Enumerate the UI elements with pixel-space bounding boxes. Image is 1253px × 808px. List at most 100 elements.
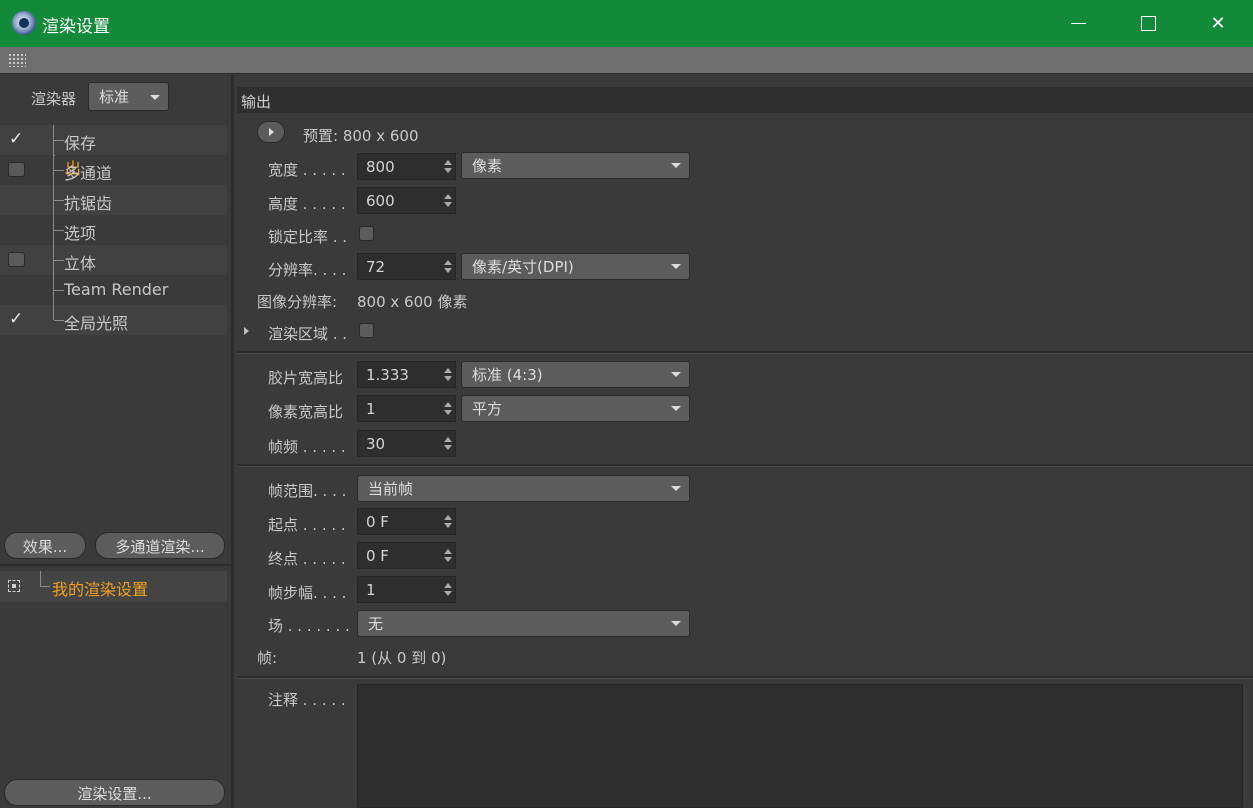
frames-label: 帧: — [257, 649, 278, 667]
preset-name: 我的渲染设置 — [52, 580, 149, 599]
resolution-unit-dropdown[interactable]: 像素/英寸(DPI) — [461, 253, 690, 280]
render-region-checkbox[interactable] — [359, 323, 374, 338]
tree-item-label: Team Render — [64, 280, 169, 299]
enabled-check-icon[interactable] — [8, 129, 25, 149]
width-label: 宽度 . . . . . — [268, 161, 346, 179]
chevron-down-icon — [671, 163, 681, 168]
tree-item-options[interactable]: 选项 — [0, 215, 227, 245]
resolution-field[interactable]: 72 — [357, 253, 456, 280]
chevron-down-icon — [150, 95, 160, 100]
close-button[interactable]: ✕ — [1183, 0, 1253, 47]
tree-item-label: 全局光照 — [64, 314, 129, 333]
close-icon: ✕ — [1210, 13, 1226, 34]
maximize-button[interactable] — [1113, 0, 1183, 47]
left-panel: 渲染器 标准 输出 保存 多通道 抗锯齿 选项 立体 — [0, 75, 231, 808]
spinner-arrows-icon[interactable] — [444, 194, 452, 207]
frame-range-label: 帧范围. . . . — [268, 482, 347, 500]
pixel-aspect-dropdown[interactable]: 平方 — [461, 395, 690, 422]
tree-item-label: 选项 — [64, 224, 97, 243]
spinner-arrows-icon[interactable] — [444, 515, 452, 528]
film-aspect-dropdown[interactable]: 标准 (4:3) — [461, 361, 690, 388]
image-resolution-label: 图像分辨率: — [257, 293, 338, 311]
maximize-icon — [1140, 16, 1156, 31]
end-field[interactable]: 0 F — [357, 542, 456, 569]
spinner-arrows-icon[interactable] — [444, 549, 452, 562]
section-header: 输出 — [237, 87, 1253, 113]
field-label: 场 . . . . . . . — [268, 617, 350, 635]
tree-item-antialiasing[interactable]: 抗锯齿 — [0, 185, 227, 215]
tree-item-label: 多通道 — [64, 164, 113, 183]
effects-button[interactable]: 效果... — [4, 532, 86, 559]
width-field[interactable]: 800 — [357, 153, 456, 180]
spinner-arrows-icon[interactable] — [444, 583, 452, 596]
pixel-aspect-field[interactable]: 1 — [357, 395, 456, 422]
render-region-label: 渲染区域 . . — [268, 325, 348, 343]
cinema4d-app-icon — [12, 11, 36, 35]
grip-icon[interactable] — [8, 53, 26, 67]
enable-checkbox[interactable] — [8, 162, 25, 177]
preset-menu-button[interactable] — [257, 121, 285, 143]
tree-item-multipass[interactable]: 多通道 — [0, 155, 227, 185]
renderer-value: 标准 — [99, 88, 130, 106]
height-label: 高度 . . . . . — [268, 195, 346, 213]
spinner-arrows-icon[interactable] — [444, 160, 452, 173]
film-aspect-label: 胶片宽高比 — [268, 369, 344, 387]
frame-rate-field[interactable]: 30 — [357, 430, 456, 457]
divider — [237, 351, 1253, 354]
chevron-down-icon — [671, 372, 681, 377]
film-aspect-field[interactable]: 1.333 — [357, 361, 456, 388]
start-field[interactable]: 0 F — [357, 508, 456, 535]
tree-item-label: 保存 — [64, 134, 97, 153]
field-dropdown[interactable]: 无 — [357, 610, 690, 637]
divider — [0, 564, 231, 566]
lock-ratio-label: 锁定比率 . . — [268, 228, 348, 246]
height-field[interactable]: 600 — [357, 187, 456, 214]
pixel-aspect-label: 像素宽高比 — [268, 403, 344, 421]
render-preset-item[interactable]: 我的渲染设置 — [0, 571, 227, 602]
tree-item-label: 立体 — [64, 254, 97, 273]
chevron-down-icon — [671, 264, 681, 269]
spinner-arrows-icon[interactable] — [444, 402, 452, 415]
renderer-label: 渲染器 — [31, 90, 77, 108]
width-unit-dropdown[interactable]: 像素 — [461, 152, 690, 179]
chevron-down-icon — [671, 406, 681, 411]
tree-item-team-render[interactable]: Team Render — [0, 275, 227, 305]
notes-textarea[interactable] — [357, 684, 1243, 808]
divider — [237, 464, 1253, 467]
frame-step-label: 帧步幅. . . . — [268, 584, 347, 602]
spinner-arrows-icon[interactable] — [444, 437, 452, 450]
settings-tree: 输出 保存 多通道 抗锯齿 选项 立体 Team Render — [0, 125, 227, 335]
toolbar-strip — [0, 47, 1253, 74]
chevron-down-icon — [671, 486, 681, 491]
output-panel: 输出 预置: 800 x 600 宽度 . . . . . 800 像素 高度 … — [234, 75, 1253, 808]
renderer-dropdown[interactable]: 标准 — [88, 82, 169, 111]
minimize-button[interactable] — [1043, 0, 1113, 47]
preset-label: 预置: 800 x 600 — [303, 127, 419, 145]
title-bar: 渲染设置 ✕ — [0, 0, 1253, 47]
frames-value: 1 (从 0 到 0) — [357, 649, 447, 667]
frame-range-dropdown[interactable]: 当前帧 — [357, 475, 690, 502]
tree-item-save[interactable]: 保存 — [0, 125, 227, 155]
divider — [237, 676, 1253, 679]
start-label: 起点 . . . . . — [268, 516, 346, 534]
tree-item-global-illumination[interactable]: 全局光照 — [0, 305, 227, 335]
spinner-arrows-icon[interactable] — [444, 260, 452, 273]
chevron-down-icon — [671, 621, 681, 626]
resolution-label: 分辨率. . . . — [268, 261, 347, 279]
expand-arrow-icon[interactable] — [244, 327, 249, 335]
spinner-arrows-icon[interactable] — [444, 368, 452, 381]
window-title: 渲染设置 — [42, 17, 110, 37]
enable-checkbox[interactable] — [8, 252, 25, 267]
lock-ratio-checkbox[interactable] — [359, 226, 374, 241]
multipass-render-button[interactable]: 多通道渲染... — [95, 532, 225, 559]
image-resolution-value: 800 x 600 像素 — [357, 293, 468, 311]
render-settings-button[interactable]: 渲染设置... — [4, 779, 225, 806]
frame-rate-label: 帧频 . . . . . — [268, 438, 346, 456]
tree-item-label: 抗锯齿 — [64, 194, 113, 213]
tree-item-stereo[interactable]: 立体 — [0, 245, 227, 275]
end-label: 终点 . . . . . — [268, 550, 346, 568]
frame-step-field[interactable]: 1 — [357, 576, 456, 603]
enabled-check-icon[interactable] — [8, 309, 25, 329]
render-preset-icon — [8, 580, 20, 592]
notes-label: 注释 . . . . . — [268, 691, 346, 709]
